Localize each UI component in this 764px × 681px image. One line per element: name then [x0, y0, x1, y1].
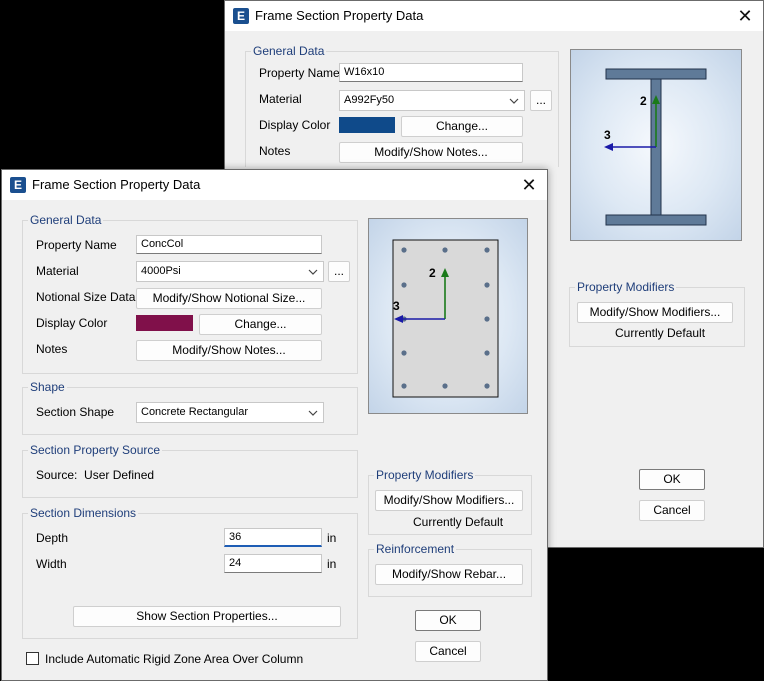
front-dialog-title: Frame Section Property Data — [32, 177, 201, 192]
rebar-button[interactable]: Modify/Show Rebar... — [375, 564, 523, 585]
back-change-color-button[interactable]: Change... — [401, 116, 523, 137]
section-shape-label: Section Shape — [36, 405, 115, 419]
axis-3-label: 3 — [393, 299, 400, 313]
back-cancel-button[interactable]: Cancel — [639, 500, 705, 521]
width-label: Width — [36, 557, 67, 571]
rigid-zone-checkbox[interactable] — [26, 652, 39, 665]
display-color-label: Display Color — [36, 316, 108, 330]
etabs-app-icon: E — [233, 8, 249, 24]
front-titlebar: E Frame Section Property Data ✕ — [2, 170, 547, 200]
section-dimensions-title: Section Dimensions — [28, 506, 139, 520]
material-value: 4000Psi — [141, 265, 181, 277]
depth-input[interactable]: 36 — [224, 528, 322, 547]
back-section-preview: 2 3 — [570, 49, 742, 241]
width-unit: in — [327, 557, 337, 571]
reinforcement-title: Reinforcement — [374, 542, 457, 556]
back-notes-button[interactable]: Modify/Show Notes... — [339, 142, 523, 163]
change-color-button[interactable]: Change... — [199, 314, 322, 335]
section-preview: 2 3 — [368, 218, 528, 414]
notional-size-label: Notional Size Data — [36, 290, 136, 304]
section-shape-value: Concrete Rectangular — [141, 406, 249, 418]
chevron-down-icon — [509, 98, 519, 104]
show-section-properties-button[interactable]: Show Section Properties... — [73, 606, 341, 627]
back-material-label: Material — [259, 92, 302, 106]
notes-button[interactable]: Modify/Show Notes... — [136, 340, 322, 361]
back-modifiers-status: Currently Default — [615, 326, 706, 340]
chevron-down-icon — [308, 269, 318, 275]
back-axis-3-label: 3 — [604, 128, 611, 142]
back-notes-label: Notes — [259, 144, 291, 158]
rigid-zone-label[interactable]: Include Automatic Rigid Zone Area Over C… — [45, 652, 303, 666]
i-beam-section-drawing: 2 3 — [604, 68, 707, 226]
general-data-title: General Data — [28, 213, 104, 227]
back-property-modifiers-title: Property Modifiers — [575, 280, 677, 294]
modifiers-status: Currently Default — [413, 515, 504, 529]
back-dialog-title: Frame Section Property Data — [255, 8, 424, 23]
back-ok-button[interactable]: OK — [639, 469, 705, 490]
property-name-input[interactable]: ConcCol — [136, 235, 322, 254]
ok-button[interactable]: OK — [415, 610, 481, 631]
depth-unit: in — [327, 531, 337, 545]
concrete-section-drawing: 2 3 — [392, 239, 499, 398]
etabs-app-icon: E — [10, 177, 26, 193]
close-icon[interactable]: ✕ — [733, 4, 757, 28]
close-icon[interactable]: ✕ — [517, 173, 541, 197]
chevron-down-icon — [308, 410, 318, 416]
section-property-source-title: Section Property Source — [28, 443, 163, 457]
cancel-button[interactable]: Cancel — [415, 641, 481, 662]
material-select[interactable]: 4000Psi — [136, 261, 324, 282]
back-titlebar: E Frame Section Property Data ✕ — [225, 1, 763, 31]
back-general-data-title: General Data — [251, 44, 327, 58]
back-property-name-label: Property Name — [259, 66, 340, 80]
property-name-label: Property Name — [36, 238, 117, 252]
front-dialog: E Frame Section Property Data ✕ General … — [1, 169, 548, 681]
material-more-button[interactable]: ... — [328, 261, 350, 282]
depth-label: Depth — [36, 531, 69, 545]
back-modifiers-button[interactable]: Modify/Show Modifiers... — [577, 302, 733, 323]
back-material-more-button[interactable]: ... — [530, 90, 552, 111]
back-material-select[interactable]: A992Fy50 — [339, 90, 525, 111]
back-display-color-label: Display Color — [259, 118, 331, 132]
axis-2-label: 2 — [429, 266, 436, 280]
back-display-color-swatch[interactable] — [339, 117, 395, 133]
shape-title: Shape — [28, 380, 67, 394]
width-input[interactable]: 24 — [224, 554, 322, 573]
source-text: Source: User Defined — [36, 468, 155, 482]
back-property-name-input[interactable]: W16x10 — [339, 63, 523, 82]
material-label: Material — [36, 264, 79, 278]
section-shape-select[interactable]: Concrete Rectangular — [136, 402, 324, 423]
property-modifiers-title: Property Modifiers — [374, 468, 476, 482]
notes-label: Notes — [36, 342, 68, 356]
back-material-value: A992Fy50 — [344, 94, 395, 106]
back-axis-2-label: 2 — [640, 94, 647, 108]
display-color-swatch[interactable] — [136, 315, 193, 331]
modifiers-button[interactable]: Modify/Show Modifiers... — [375, 490, 523, 511]
notional-size-button[interactable]: Modify/Show Notional Size... — [136, 288, 322, 309]
